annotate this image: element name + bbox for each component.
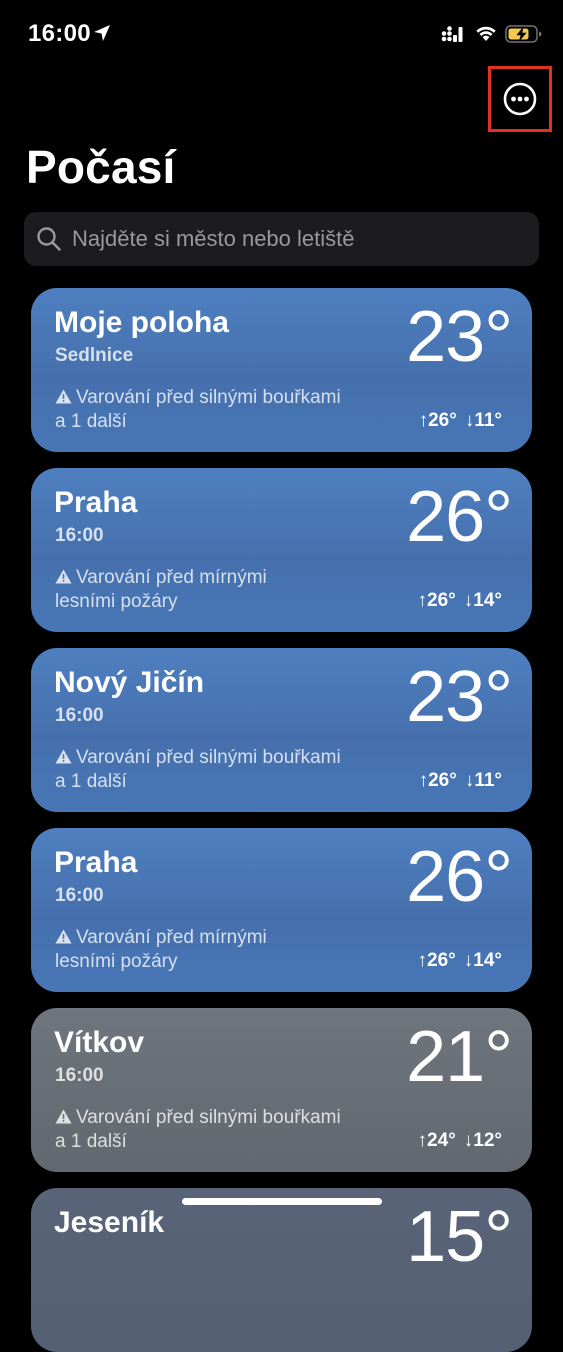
current-temperature: 26° (406, 837, 513, 917)
high-temperature: ↑24° (417, 1130, 456, 1151)
high-low-temperatures: ↑24° ↓12° (410, 1130, 502, 1152)
more-options-button[interactable] (488, 66, 552, 132)
weather-alert: Varování před mírnými lesními požáry (55, 926, 385, 974)
alert-text-line1: Varování před silnými bouřkami (76, 747, 341, 768)
city-card-praha[interactable]: Praha 16:00 26° Varování před mírnými le… (31, 468, 532, 632)
high-temperature: ↑26° (418, 410, 457, 431)
search-bar[interactable] (24, 212, 539, 266)
alert-text-line1: Varování před silnými bouřkami (76, 387, 341, 408)
city-local-time: 16:00 (55, 705, 104, 726)
alert-text-line2: a 1 další (55, 1131, 127, 1152)
high-temperature: ↑26° (417, 950, 456, 971)
battery-charging-icon (505, 25, 542, 43)
weather-alert: Varování před silnými bouřkami a 1 další (55, 746, 385, 794)
city-card-novy-jicin[interactable]: Nový Jičín 16:00 23° Varování před silný… (31, 648, 532, 812)
city-card-moje-poloha[interactable]: Moje poloha Sedlnice 23° Varování před s… (31, 288, 532, 452)
city-name: Nový Jičín (54, 666, 205, 699)
weather-alert: Varování před mírnými lesními požáry (55, 566, 385, 614)
current-temperature: 23° (406, 297, 513, 377)
page-title: Počasí (26, 141, 176, 193)
home-indicator[interactable] (182, 1198, 382, 1205)
cellular-signal-icon (441, 26, 463, 42)
current-temperature: 23° (406, 657, 513, 737)
wifi-icon (476, 26, 496, 41)
city-name: Praha (54, 846, 138, 879)
city-name: Praha (54, 486, 138, 519)
city-card-jesenik[interactable]: Jeseník 15° (31, 1188, 532, 1352)
city-name: Vítkov (54, 1026, 145, 1059)
alert-text-line2: lesními požáry (55, 951, 178, 972)
warning-triangle-icon (55, 569, 72, 584)
current-temperature: 26° (406, 477, 513, 557)
search-icon (37, 227, 61, 251)
city-subtitle: Sedlnice (55, 345, 134, 366)
city-card-vitkov[interactable]: Vítkov 16:00 21° Varování před silnými b… (31, 1008, 532, 1172)
alert-text-line2: lesními požáry (55, 591, 178, 612)
low-temperature: ↓11° (464, 770, 502, 791)
search-input[interactable] (70, 225, 514, 253)
city-name: Jeseník (54, 1206, 165, 1239)
current-temperature: 15° (406, 1197, 513, 1277)
status-time: 16:00 (28, 20, 91, 47)
warning-triangle-icon (55, 1109, 72, 1124)
alert-text-line1: Varování před mírnými (76, 567, 267, 588)
city-local-time: 16:00 (55, 525, 104, 546)
high-low-temperatures: ↑26° ↓11° (411, 410, 502, 432)
low-temperature: ↓11° (464, 410, 502, 431)
high-temperature: ↑26° (418, 770, 457, 791)
weather-alert: Varování před silnými bouřkami a 1 další (55, 386, 385, 434)
low-temperature: ↓14° (463, 590, 502, 611)
low-temperature: ↓14° (463, 950, 502, 971)
location-arrow-icon (94, 25, 110, 41)
city-name: Moje poloha (54, 306, 229, 339)
city-local-time: 16:00 (55, 885, 104, 906)
ellipsis-circle-icon (503, 82, 537, 116)
alert-text-line2: a 1 další (55, 411, 127, 432)
weather-alert: Varování před silnými bouřkami a 1 další (55, 1106, 385, 1154)
status-bar: 16:00 (0, 0, 563, 60)
high-low-temperatures: ↑26° ↓11° (411, 770, 502, 792)
city-local-time: 16:00 (55, 1065, 104, 1086)
warning-triangle-icon (55, 389, 72, 404)
alert-text-line1: Varování před mírnými (76, 927, 267, 948)
high-low-temperatures: ↑26° ↓14° (410, 590, 502, 612)
city-card-praha-2[interactable]: Praha 16:00 26° Varování před mírnými le… (31, 828, 532, 992)
high-low-temperatures: ↑26° ↓14° (410, 950, 502, 972)
high-temperature: ↑26° (417, 590, 456, 611)
warning-triangle-icon (55, 929, 72, 944)
alert-text-line2: a 1 další (55, 771, 127, 792)
current-temperature: 21° (406, 1017, 513, 1097)
low-temperature: ↓12° (463, 1130, 502, 1151)
alert-text-line1: Varování před silnými bouřkami (76, 1107, 341, 1128)
warning-triangle-icon (55, 749, 72, 764)
